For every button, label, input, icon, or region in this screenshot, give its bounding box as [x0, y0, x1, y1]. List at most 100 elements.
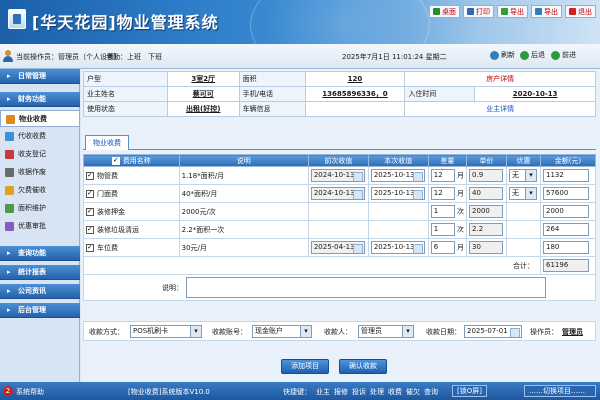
- qty-field[interactable]: 1: [430, 223, 455, 236]
- fee-row-checkbox[interactable]: [86, 207, 94, 216]
- fee-row-checkbox[interactable]: [86, 243, 94, 252]
- fee-row: 门面费 40*面积/月2024-10-13 2025-10-13 12 月 40 无 576…: [83, 184, 596, 203]
- void-icon: [5, 168, 14, 177]
- app-title: [华天花园]物业管理系统: [32, 13, 219, 32]
- fee-table-header: 费用名称 说明 前次收值 本次收值 差量 单价 优惠 金额(元): [83, 154, 596, 167]
- amount-field[interactable]: 1132: [543, 169, 589, 182]
- property-detail-link[interactable]: 房产详情: [404, 71, 596, 87]
- export-icon: [501, 8, 508, 15]
- curr-date-field[interactable]: 2025-10-13: [370, 241, 425, 254]
- attendance-info[interactable]: 考勤：上班 下班: [106, 52, 162, 62]
- price-field: 30: [469, 241, 504, 254]
- curr-date-field[interactable]: 2025-10-13: [370, 187, 425, 200]
- select-all-checkbox[interactable]: [111, 156, 120, 165]
- price-field: 40: [469, 187, 504, 200]
- amount-field[interactable]: 180: [543, 241, 589, 254]
- area-value[interactable]: 120: [348, 75, 363, 83]
- back-button[interactable]: 后退: [520, 50, 545, 60]
- home-icon: [433, 8, 440, 15]
- discount-select[interactable]: 无: [509, 187, 538, 200]
- prev-date-field[interactable]: 2024-10-13: [310, 169, 365, 182]
- add-item-button[interactable]: 添加项目: [281, 359, 329, 374]
- sidebar-item-arrears[interactable]: 欠费催收: [0, 182, 80, 199]
- label-vehicle: 车辆信息: [238, 101, 306, 117]
- qty-unit: 月: [457, 171, 465, 180]
- phone-value[interactable]: 13685896336，0: [322, 90, 387, 98]
- quick-handle[interactable]: 处理: [370, 387, 384, 397]
- table-row: 户型 3室2厅 面积 120 房产详情: [83, 71, 596, 87]
- top-toolbar: 桌面 打印 导出 导出 退出: [429, 5, 596, 18]
- prev-date-field[interactable]: 2025-04-13: [310, 241, 365, 254]
- export-button[interactable]: 导出: [497, 5, 528, 18]
- fee-row-checkbox[interactable]: [86, 171, 94, 180]
- move-in-value[interactable]: 2020-10-13: [513, 90, 558, 98]
- prev-date-field[interactable]: 2024-10-13: [310, 187, 365, 200]
- qty-unit: 月: [457, 243, 465, 252]
- lock-screen-button[interactable]: [锁O屏]: [452, 385, 487, 397]
- quick-fee[interactable]: 收费: [388, 387, 402, 397]
- status-bar: 2 系统帮助 [物业收费]系统版本V10.0 快捷键： 业主 报修 投诉 处理 …: [0, 382, 600, 400]
- sidebar-item-void-receipt[interactable]: 收据作废: [0, 164, 80, 181]
- remark-textarea[interactable]: [186, 277, 546, 298]
- sidebar-section-query[interactable]: 查询功能: [0, 246, 80, 261]
- fee-name: 门面费: [97, 189, 118, 198]
- amount-field[interactable]: 57600: [543, 187, 589, 200]
- forward-button[interactable]: 前进: [551, 50, 576, 60]
- house-type-value[interactable]: 3室2厅: [191, 75, 215, 83]
- sidebar-item-area[interactable]: 面积维护: [0, 200, 80, 217]
- amount-field[interactable]: 264: [543, 223, 589, 236]
- fee-row-checkbox[interactable]: [86, 225, 94, 234]
- fee-row-checkbox[interactable]: [86, 189, 94, 198]
- payment-method-select[interactable]: POS机刷卡: [130, 325, 202, 338]
- qty-unit: 次: [457, 225, 465, 234]
- qty-field[interactable]: 6: [430, 241, 455, 254]
- header-curr: 本次收值: [367, 154, 429, 167]
- fee-row: 车位费 30元/月2025-04-13 2025-10-13 6 月 30 180: [83, 238, 596, 257]
- quick-repair[interactable]: 报修: [334, 387, 348, 397]
- label-owner-name: 业主姓名: [83, 86, 168, 102]
- sidebar-section-finance[interactable]: 财务功能: [0, 92, 80, 107]
- sidebar-item-discount[interactable]: 优惠审批: [0, 218, 80, 235]
- collect-icon: [5, 132, 14, 141]
- refresh-icon: [490, 50, 499, 60]
- sidebar-item-collection[interactable]: 代收收费: [0, 128, 80, 145]
- quick-query[interactable]: 查询: [424, 387, 438, 397]
- area-icon: [5, 204, 14, 213]
- quick-arrears[interactable]: 催欠: [406, 387, 420, 397]
- amount-field[interactable]: 2000: [543, 205, 589, 218]
- usage-status-value[interactable]: 出租(好控): [186, 105, 220, 113]
- print-button[interactable]: 打印: [463, 5, 494, 18]
- sidebar-section-news[interactable]: 公司资讯: [0, 284, 80, 299]
- sidebar-section-reports[interactable]: 统计报表: [0, 265, 80, 280]
- quick-owner[interactable]: 业主: [316, 387, 330, 397]
- table-row: 业主姓名 蔡可可 手机/电话 13685896336，0 入住时间 2020-1…: [83, 86, 596, 102]
- total-field: 61196: [543, 259, 589, 272]
- export-alt-button[interactable]: 导出: [531, 5, 562, 18]
- switch-project-select[interactable]: ……切换项目……: [524, 385, 596, 397]
- refresh-button[interactable]: 刷新: [490, 50, 515, 60]
- sidebar-section-admin[interactable]: 后台管理: [0, 303, 80, 318]
- curr-date-field[interactable]: 2025-10-13: [370, 169, 425, 182]
- header-fee-name: 费用名称: [83, 154, 180, 167]
- confirm-payment-button[interactable]: 确认收款: [339, 359, 387, 374]
- desktop-button[interactable]: 桌面: [429, 5, 460, 18]
- exit-button[interactable]: 退出: [565, 5, 596, 18]
- owner-name-value[interactable]: 蔡可可: [193, 90, 214, 98]
- account-select[interactable]: 现金账户: [252, 325, 312, 338]
- sidebar-section-daily[interactable]: 日常管理: [0, 69, 80, 84]
- help-link[interactable]: 系统帮助: [16, 387, 44, 397]
- quick-complaint[interactable]: 投诉: [352, 387, 366, 397]
- tab-property-fee[interactable]: 物业收费: [85, 135, 129, 150]
- qty-field[interactable]: 12: [430, 187, 455, 200]
- payment-date-field[interactable]: 2025-07-01: [464, 325, 522, 338]
- owner-detail-link[interactable]: 业主详情: [404, 101, 596, 117]
- payee-select[interactable]: 管理员: [358, 325, 414, 338]
- sidebar-item-property-fee[interactable]: 物业收费: [0, 110, 80, 127]
- qty-field[interactable]: 1: [430, 205, 455, 218]
- sidebar-item-ledger[interactable]: 收支登记: [0, 146, 80, 163]
- fee-table: 费用名称 说明 前次收值 本次收值 差量 单价 优惠 金额(元) 物管费 1.18…: [83, 154, 596, 301]
- discount-select[interactable]: 无: [509, 169, 538, 182]
- qty-field[interactable]: 12: [430, 169, 455, 182]
- fee-desc: 1.18*面积/月: [178, 166, 309, 185]
- quick-label: 快捷键：: [283, 388, 311, 396]
